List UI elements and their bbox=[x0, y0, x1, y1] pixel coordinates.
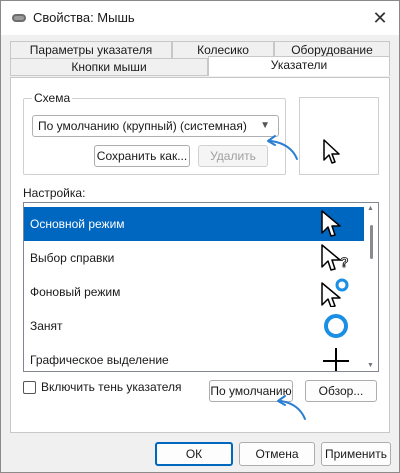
list-item[interactable]: Выбор справки ? bbox=[24, 241, 364, 275]
svg-text:?: ? bbox=[340, 254, 349, 270]
list-item-label: Основной режим bbox=[30, 217, 125, 231]
tab-pointers[interactable]: Указатели bbox=[208, 56, 390, 76]
cancel-button[interactable]: Отмена bbox=[239, 442, 315, 466]
mouse-properties-window: Свойства: Мышь ✕ Параметры указателя Кол… bbox=[0, 0, 400, 473]
working-in-background-cursor-icon bbox=[321, 278, 349, 307]
apply-button[interactable]: Применить bbox=[321, 442, 391, 466]
scheme-dropdown[interactable]: По умолчанию (крупный) (системная) ▼ bbox=[32, 115, 279, 137]
save-as-button[interactable]: Сохранить как... bbox=[94, 145, 190, 167]
busy-cursor-icon bbox=[324, 314, 348, 338]
tab-pointer-options[interactable]: Параметры указателя bbox=[10, 41, 172, 59]
list-scrollbar[interactable]: ▲ ▼ bbox=[364, 203, 378, 371]
scroll-up-icon[interactable]: ▲ bbox=[367, 205, 374, 212]
list-item-label: Фоновый режим bbox=[30, 285, 121, 299]
help-cursor-icon: ? bbox=[321, 244, 349, 271]
settings-label: Настройка: bbox=[23, 186, 86, 200]
scheme-selected-value: По умолчанию (крупный) (системная) bbox=[38, 119, 247, 133]
pointer-shadow-label: Включить тень указателя bbox=[41, 380, 182, 394]
list-item[interactable]: Фоновый режим bbox=[24, 275, 364, 309]
list-item[interactable]: Занят bbox=[24, 309, 364, 343]
tab-buttons[interactable]: Кнопки мыши bbox=[10, 58, 208, 76]
title-bar: Свойства: Мышь ✕ bbox=[1, 1, 399, 35]
list-item[interactable]: Графическое выделение bbox=[24, 343, 364, 371]
close-icon: ✕ bbox=[372, 8, 388, 28]
window-title: Свойства: Мышь bbox=[33, 10, 135, 25]
list-item-label: Выбор справки bbox=[30, 251, 115, 265]
close-button[interactable]: ✕ bbox=[369, 7, 391, 29]
delete-button[interactable]: Удалить bbox=[198, 145, 268, 167]
pointers-panel: Схема По умолчанию (крупный) (системная)… bbox=[10, 77, 390, 433]
scheme-legend: Схема bbox=[32, 91, 73, 105]
scheme-group: Схема По умолчанию (крупный) (системная)… bbox=[23, 91, 286, 175]
cursor-list: Основной режим Выбор справки ? Фоновый р… bbox=[23, 202, 379, 372]
use-default-button[interactable]: По умолчанию bbox=[209, 380, 293, 402]
list-item[interactable]: Основной режим bbox=[24, 207, 364, 241]
pointer-shadow-checkbox[interactable] bbox=[23, 381, 36, 394]
arrow-cursor-icon bbox=[323, 139, 340, 164]
ok-button[interactable]: ОК bbox=[155, 442, 233, 466]
list-item-label: Занят bbox=[30, 319, 63, 333]
tab-strip: Параметры указателя Колесико Оборудовани… bbox=[10, 41, 390, 78]
arrow-cursor-icon bbox=[321, 210, 341, 237]
precision-select-cursor-icon bbox=[323, 348, 349, 371]
list-item-label: Графическое выделение bbox=[30, 353, 169, 367]
browse-button[interactable]: Обзор... bbox=[305, 380, 377, 402]
cursor-preview bbox=[299, 97, 379, 175]
mouse-app-icon bbox=[12, 14, 26, 22]
scroll-down-icon[interactable]: ▼ bbox=[367, 362, 374, 369]
chevron-down-icon: ▼ bbox=[260, 120, 270, 131]
scroll-thumb[interactable] bbox=[370, 225, 373, 259]
